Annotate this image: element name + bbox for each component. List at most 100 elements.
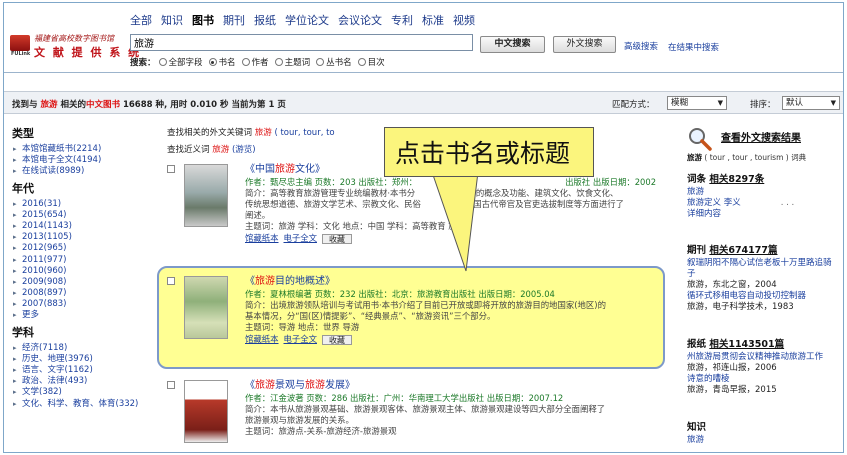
record-checkbox[interactable] bbox=[167, 381, 175, 389]
record-subject: 主题词：导游 地点：世界 导游 bbox=[245, 322, 360, 332]
facet-item[interactable]: 2011(977) bbox=[12, 255, 162, 266]
foreign-search-button[interactable]: 外文搜索 bbox=[553, 36, 616, 53]
record-meta: 作者：江金波著 页数：286 出版社：广州：华南理工大学出版社 出版日期：200… bbox=[245, 393, 564, 403]
journal-count-link[interactable]: 相关674177篇 bbox=[709, 245, 777, 256]
facet-item[interactable]: 2009(908) bbox=[12, 277, 162, 288]
nav-tab[interactable]: 图书 bbox=[192, 12, 214, 28]
search-field-radio[interactable]: 全部字段 bbox=[158, 56, 203, 68]
nav-tab[interactable]: 全部 bbox=[130, 12, 152, 28]
search-field-radio[interactable]: 作者 bbox=[241, 56, 269, 68]
nav-tab[interactable]: 学位论文 bbox=[285, 12, 329, 28]
cit-item[interactable]: 旅游定义 李义. . . bbox=[687, 198, 843, 209]
app-frame: FULink 福建省高校数字图书馆 文 献 提 供 系 统 全部 知识 图书 期刊 报纸… bbox=[3, 2, 844, 453]
facet-item[interactable]: 文学(382) bbox=[12, 387, 162, 398]
facet-item[interactable]: 本馆电子全文(4194) bbox=[12, 155, 162, 166]
facet-item[interactable]: 2008(897) bbox=[12, 288, 162, 299]
synonyms: 查找近义词 旅游 (游览) bbox=[167, 145, 256, 155]
facet-item[interactable]: 2014(1143) bbox=[12, 221, 162, 232]
search-field-radio[interactable]: 目次 bbox=[357, 56, 385, 68]
search-in-results-link[interactable]: 在结果中搜索 bbox=[668, 41, 719, 53]
record-checkbox[interactable] bbox=[167, 165, 175, 173]
facet-item[interactable]: 本馆馆藏纸书(2214) bbox=[12, 144, 162, 155]
news-item[interactable]: 诗意的嘈棱 bbox=[687, 374, 843, 385]
search-field-options: 搜索： 全部字段 书名 作者 主题词 丛书名 目次 bbox=[130, 56, 391, 68]
facet-item[interactable]: 2010(960) bbox=[12, 266, 162, 277]
detail-link[interactable]: 详细内容 bbox=[687, 209, 843, 220]
book-cover[interactable] bbox=[184, 276, 228, 339]
radio-label: 主题词 bbox=[284, 58, 311, 68]
fulltext-link[interactable]: 电子全文 bbox=[284, 233, 318, 244]
newspaper-section: 报纸 相关1143501篇 州旅游局贯彻会议精神推动旅游工作 旅游，祁连山报，2… bbox=[687, 336, 843, 396]
facet-item[interactable]: 2007(883) bbox=[12, 299, 162, 310]
fulltext-link[interactable]: 电子全文 bbox=[284, 334, 318, 345]
facet-item[interactable]: 语言、文字(1162) bbox=[12, 365, 162, 376]
news-item[interactable]: 州旅游局贯彻会议精神推动旅游工作 bbox=[687, 352, 843, 363]
print-holdings-link[interactable]: 馆藏纸本 bbox=[245, 233, 279, 244]
nav-tab[interactable]: 知识 bbox=[161, 12, 183, 28]
news-count-link[interactable]: 相关1143501篇 bbox=[709, 339, 784, 350]
record-meta: 作者：夏林根编著 页数：232 出版社：北京：旅游教育出版社 出版日期：2005… bbox=[245, 289, 555, 299]
facet-item[interactable]: 政治、法律(493) bbox=[12, 376, 162, 387]
knowledge-item[interactable]: 旅游 bbox=[687, 435, 843, 446]
advanced-search-link[interactable]: 高级搜索 bbox=[624, 40, 658, 52]
record-title[interactable]: 《旅游目的地概述》 bbox=[245, 276, 665, 287]
nav-tab[interactable]: 标准 bbox=[422, 12, 444, 28]
journal-item[interactable]: 子 bbox=[687, 269, 843, 280]
nav-tab[interactable]: 会议论文 bbox=[338, 12, 382, 28]
search-field-radio[interactable]: 书名 bbox=[208, 56, 236, 68]
print-holdings-link[interactable]: 馆藏纸本 bbox=[245, 334, 279, 345]
library-logo[interactable]: FULink 福建省高校数字图书馆 文 献 提 供 系 统 bbox=[10, 31, 139, 59]
radio-icon bbox=[316, 58, 325, 66]
facet-item[interactable]: 历史、地理(3976) bbox=[12, 354, 162, 365]
record-subject: 主题词：旅游点-关系-旅游经济-旅游景观 bbox=[245, 426, 397, 436]
result-summary: 找到与 旅游 相关的中文图书 16688 种, 用时 0.010 秒 当前为第 … bbox=[12, 100, 286, 110]
chinese-search-button[interactable]: 中文搜索 bbox=[480, 36, 545, 53]
facet-item[interactable]: 2012(965) bbox=[12, 243, 162, 254]
cit-count-link[interactable]: 相关8297条 bbox=[709, 174, 764, 185]
sort-label: 排序： bbox=[750, 100, 776, 110]
radio-icon bbox=[274, 58, 283, 66]
favorite-button[interactable]: 收藏 bbox=[322, 233, 352, 244]
sort-select[interactable]: 默认 ▼ bbox=[782, 96, 840, 110]
search-input[interactable] bbox=[130, 34, 473, 51]
record-meta: 作者：甄尽忠主编 页数：203 出版社：郑州： 出版社 出版日期：2002 bbox=[245, 177, 657, 187]
facet-item[interactable]: 2015(654) bbox=[12, 210, 162, 221]
facet-type-title: 类型 bbox=[12, 127, 34, 140]
instruction-callout: 点击书名或标题 bbox=[384, 127, 594, 177]
favorite-button[interactable]: 收藏 bbox=[322, 334, 352, 345]
radio-icon bbox=[241, 58, 250, 66]
facet-item[interactable]: 经济(7118) bbox=[12, 343, 162, 354]
record-description: 简介：本书从旅游景观基础、旅游景观客体、旅游景观主体、旅游景观建设等四大部分全面… bbox=[245, 404, 606, 425]
book-cover[interactable] bbox=[184, 164, 228, 227]
magnifier-icon bbox=[689, 128, 712, 151]
facet-subject-title: 学科 bbox=[12, 325, 34, 339]
nav-tab[interactable]: 专利 bbox=[391, 12, 413, 28]
result-summary-bar: 找到与 旅游 相关的中文图书 16688 种, 用时 0.010 秒 当前为第 … bbox=[4, 91, 843, 114]
search-field-radio[interactable]: 主题词 bbox=[274, 56, 311, 68]
cit-item[interactable]: 旅游 bbox=[687, 187, 843, 198]
record-checkbox[interactable] bbox=[167, 277, 175, 285]
record-title[interactable]: 《旅游景观与旅游发展》 bbox=[245, 380, 665, 391]
journal-item[interactable]: 循环式移相电容自动投切控制器 bbox=[687, 291, 843, 302]
logo-line2: 文 献 提 供 系 统 bbox=[34, 46, 142, 59]
search-field-radio[interactable]: 丛书名 bbox=[316, 56, 352, 68]
nav-tab[interactable]: 视频 bbox=[453, 12, 475, 28]
book-cover[interactable] bbox=[184, 380, 228, 443]
facet-item[interactable]: 在线试读(8989) bbox=[12, 166, 162, 177]
radio-label: 目次 bbox=[367, 58, 385, 68]
facet-item[interactable]: 更多 bbox=[12, 310, 162, 321]
foreign-results-link[interactable]: 查看外文搜索结果 bbox=[721, 129, 801, 144]
facet-item[interactable]: 文化、科学、教育、体育(332) bbox=[12, 399, 162, 410]
facet-item[interactable]: 2016(31) bbox=[12, 199, 162, 210]
match-mode-select[interactable]: 模糊 ▼ bbox=[667, 96, 727, 110]
facet-item[interactable]: 2013(1105) bbox=[12, 232, 162, 243]
synonym-link[interactable]: (游览) bbox=[232, 145, 256, 155]
nav-tab[interactable]: 报纸 bbox=[254, 12, 276, 28]
nav-tab[interactable]: 期刊 bbox=[223, 12, 245, 28]
journal-item[interactable]: 叙瑞阴阳不隔心试信老板十万里路追骑 bbox=[687, 258, 843, 269]
match-mode-label: 匹配方式： bbox=[612, 100, 655, 110]
radio-icon bbox=[158, 58, 167, 66]
journal-section: 期刊 相关674177篇 叙瑞阴阳不隔心试信老板十万里路追骑 子 旅游，东北之窗… bbox=[687, 242, 843, 313]
radio-label: 书名 bbox=[218, 58, 236, 68]
chevron-down-icon: ▼ bbox=[830, 99, 836, 107]
